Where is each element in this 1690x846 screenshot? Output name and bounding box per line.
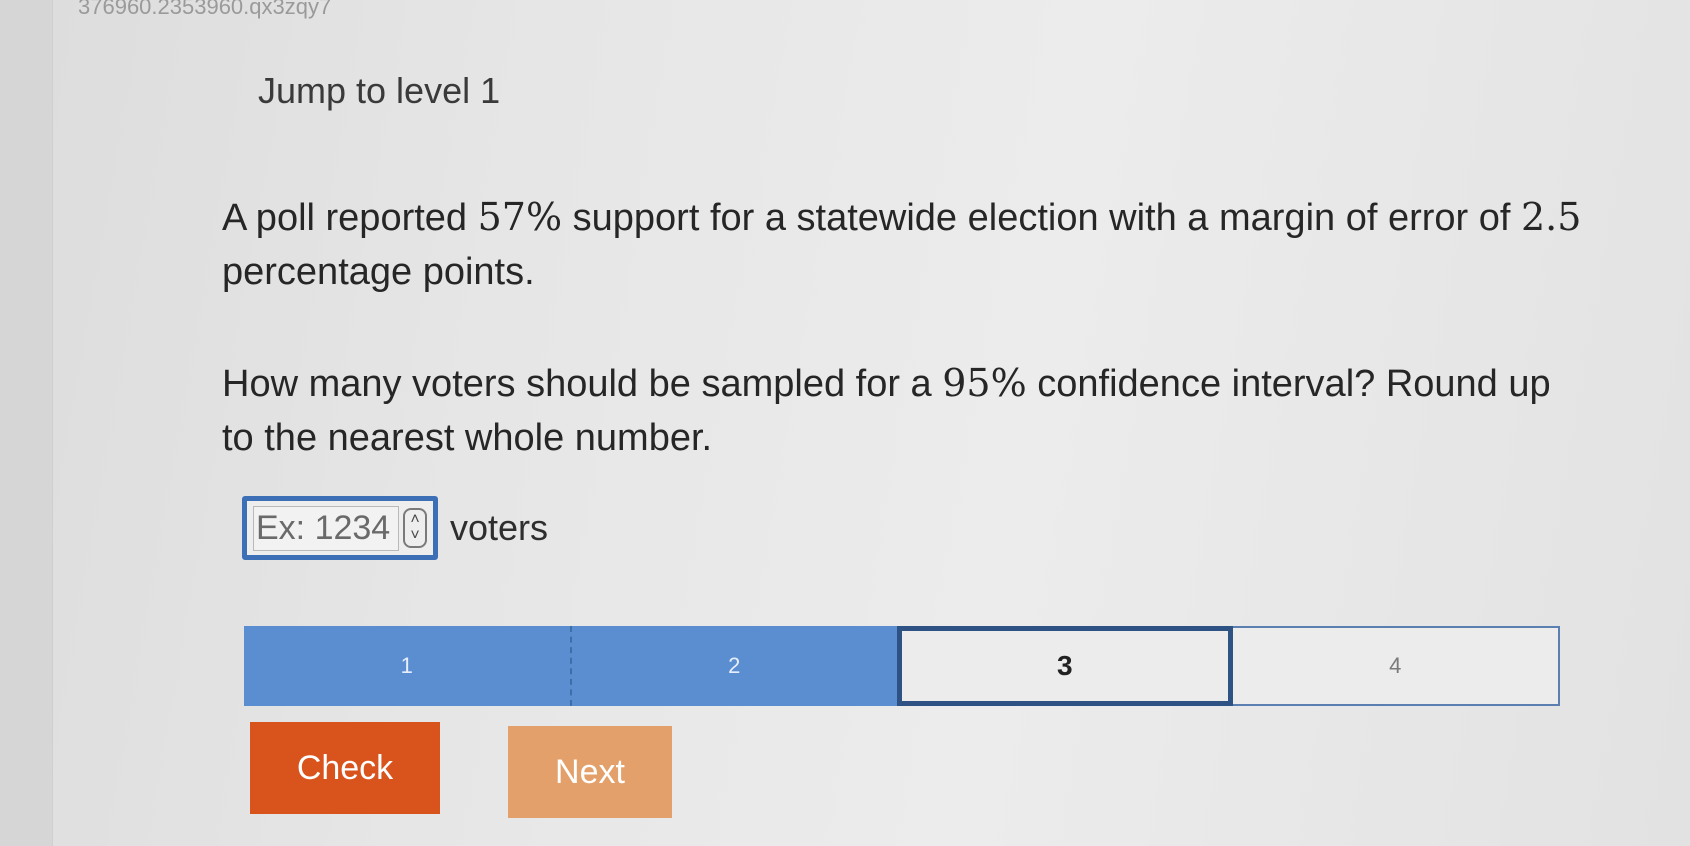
next-button[interactable]: Next — [508, 726, 672, 818]
question-paragraph-1: A poll reported 57% support for a statew… — [222, 190, 1582, 299]
answer-row: ˄ ˅ voters — [242, 496, 548, 560]
question-text: A poll reported — [222, 197, 478, 239]
jump-to-level-link[interactable]: Jump to level 1 — [258, 70, 500, 112]
number-spinner-icon[interactable]: ˄ ˅ — [403, 508, 427, 548]
answer-input[interactable] — [253, 505, 399, 551]
level-1-tab[interactable]: 1 — [244, 626, 572, 706]
level-progress-bar: 1 2 3 4 — [244, 626, 1560, 706]
answer-unit-label: voters — [450, 507, 549, 548]
activity-id: 376960.2353960.qx3zqy7 — [78, 0, 332, 19]
level-label: 4 — [1389, 653, 1402, 678]
level-4-tab[interactable]: 4 — [1232, 626, 1560, 706]
question-text: support for a statewide election with a … — [562, 197, 1521, 239]
answer-field-wrapper: ˄ ˅ — [242, 496, 438, 560]
question-text: percentage points. — [222, 251, 535, 293]
left-margin-strip — [0, 0, 53, 846]
level-3-tab[interactable]: 3 — [897, 626, 1233, 706]
level-label: 3 — [1056, 650, 1073, 681]
level-2-tab[interactable]: 2 — [571, 626, 897, 706]
confidence-percent: 95% — [942, 361, 1027, 405]
support-percent: 57% — [477, 195, 563, 239]
level-label: 1 — [400, 653, 413, 678]
check-button[interactable]: Check — [250, 722, 440, 814]
question-text: How many voters should be sampled for a — [222, 363, 943, 405]
spinner-down-icon[interactable]: ˅ — [405, 528, 425, 544]
level-label: 2 — [728, 653, 741, 678]
margin-value: 2.5 — [1520, 195, 1582, 239]
spinner-up-icon[interactable]: ˄ — [405, 512, 425, 528]
question-paragraph-2: How many voters should be sampled for a … — [222, 356, 1582, 465]
